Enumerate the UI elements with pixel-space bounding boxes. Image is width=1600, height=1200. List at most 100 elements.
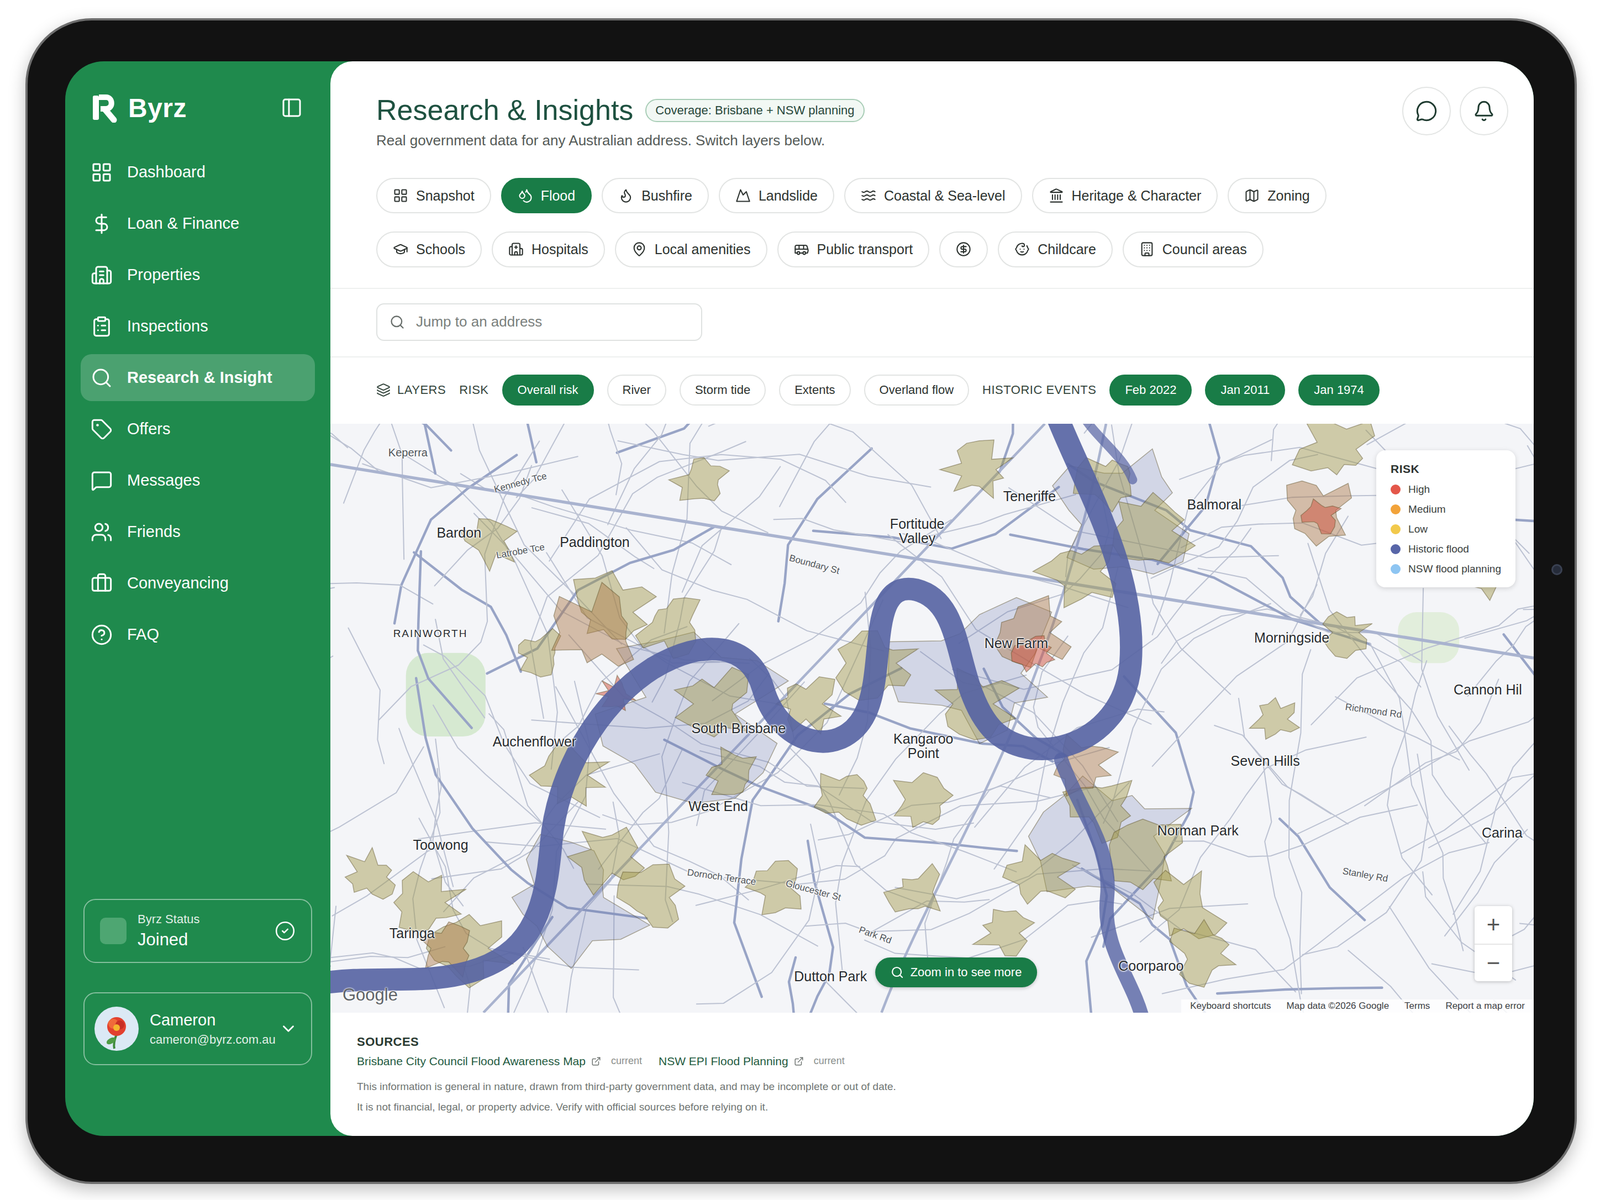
legend-dot [1390,524,1401,535]
map-legend: RISKHighMediumLowHistoric floodNSW flood… [1376,450,1516,588]
dollar-circle-icon [955,241,972,257]
legend-dot [1390,504,1401,515]
sidebar-item[interactable]: Loan & Finance [80,200,315,247]
layer-group: HISTORIC EVENTSFeb 2022Jan 2011Jan 1974 [982,374,1380,407]
layer-chip[interactable]: Storm tide [679,374,766,407]
attribution-link[interactable]: Report a map error [1445,1000,1525,1012]
page-title: Research & Insights [376,93,634,128]
sidebar-nav: DashboardLoan & Finance Properties Inspect… [80,148,315,659]
zoom-in-button[interactable]: + [1474,906,1513,944]
flood-map[interactable]: KeperraKennedy TceBardonPaddingtonLatrob… [330,423,1534,1013]
tab-chip[interactable]: Hospitals [491,231,605,268]
layer-chip[interactable]: Jan 1974 [1298,374,1380,407]
status-label: Byrz Status [137,912,264,927]
map-label: Fortitude Valley [875,516,959,546]
source-status: current [813,1055,845,1067]
legend-title: RISK [1390,462,1502,476]
tab-chip[interactable]: Snapshot [376,177,492,214]
search-icon [389,314,405,330]
tab-chip[interactable]: Coastal & Sea-level [844,177,1023,214]
tab-chip[interactable]: Landslide [718,177,835,214]
sidebar-item[interactable]: Conveyancing [80,559,315,607]
bell-icon [1472,100,1496,123]
tab-chip[interactable]: Zoning [1227,177,1326,214]
address-search[interactable] [376,303,703,341]
chat-bubble-icon [1415,100,1438,123]
legend-item: NSW flood planning [1390,562,1502,576]
baby-icon [1014,241,1030,257]
layer-chip[interactable]: Jan 2011 [1204,374,1286,407]
app-screen: Byrz DashboardLoan & Finance Properties Ins… [65,61,1534,1136]
brand-name: Byrz [128,92,187,124]
status-card[interactable]: Byrz StatusJoined [83,898,313,963]
sidebar-item[interactable]: Dashboard [80,148,315,196]
map-attribution: Keyboard shortcuts Map data ©2026 Google T… [1181,999,1534,1013]
external-link-icon [591,1056,602,1067]
address-input[interactable] [414,312,689,331]
sidebar-item-label: Friends [127,522,181,541]
sidebar-item[interactable]: Properties [80,251,315,299]
sidebar-item-label: Offers [127,419,171,439]
address-search-section [330,288,1534,358]
sidebar-item-label: Inspections [127,317,209,336]
layer-chip[interactable]: River [607,374,667,407]
tab-chip[interactable]: Childcare [997,231,1113,268]
user-name: Cameron [149,1011,268,1030]
tab-chip[interactable] [939,231,988,268]
zoom-hint-button[interactable]: Zoom in to see more [875,957,1038,988]
clipboard-icon [90,315,113,338]
layer-chip[interactable]: Feb 2022 [1109,374,1192,407]
layer-chip[interactable]: Overland flow [864,374,970,407]
zoom-out-button[interactable]: − [1474,943,1513,982]
dollar-icon [90,212,113,235]
sidebar-item[interactable]: Messages [80,456,315,504]
user-card[interactable]: Cameroncameron@byrz.com.au [83,992,313,1066]
tab-chip[interactable]: Public transport [777,231,930,268]
external-link-icon [793,1056,804,1067]
source-link[interactable]: NSW EPI Flood Planningcurrent [658,1054,845,1068]
layer-chip[interactable]: Overall risk [502,374,594,407]
sidebar-item-label: Conveyancing [127,574,229,593]
notifications-button[interactable] [1459,86,1509,136]
sidebar-item[interactable]: FAQ [80,611,315,659]
map-label: Morningside [1254,630,1330,645]
layer-chip[interactable]: Extents [779,374,851,407]
attribution-link[interactable]: Terms [1404,1000,1430,1012]
sidebar-item-label: Properties [127,265,200,284]
map-label: Toowong [412,837,468,852]
legend-item: High [1390,483,1502,496]
layers-icon [376,382,391,398]
sidebar-item[interactable]: Friends [80,508,315,556]
sidebar-item[interactable]: Offers [80,405,315,453]
messages-button[interactable] [1402,86,1451,136]
map-pin-icon [631,241,647,257]
chevron-down-icon[interactable] [279,1019,298,1039]
tab-chip[interactable]: Schools [376,231,482,268]
attribution-link[interactable]: Map data ©2026 Google [1286,1000,1390,1012]
tab-chip[interactable]: Bushfire [601,177,709,214]
sidebar-item-label: Messages [127,471,200,490]
brand[interactable]: Byrz [89,92,187,124]
sidebar-item[interactable]: Inspections [80,302,315,350]
collapse-sidebar-icon[interactable] [280,96,303,119]
page: Byrz DashboardLoan & Finance Properties Ins… [0,0,1600,1200]
layer-group: RISKOverall riskRiverStorm tideExtentsOv… [459,374,970,407]
map-label: Seven Hills [1230,753,1300,768]
user-avatar[interactable] [94,1006,139,1051]
tab-chip[interactable]: Heritage & Character [1032,177,1219,214]
sources: SOURCESBrisbane City Council Flood Aware… [330,1012,1534,1136]
tab-row: SchoolsHospitalsLocal amenitiesPublic tr… [376,231,1509,268]
tab-chip[interactable]: Local amenities [614,231,768,268]
source-link[interactable]: Brisbane City Council Flood Awareness Ma… [356,1054,642,1068]
research-tabs: SnapshotFloodBushfireLandslideCoastal & … [330,177,1534,289]
map-label: Keperra [388,446,428,459]
attribution-link[interactable]: Keyboard shortcuts [1190,1000,1271,1012]
google-logo: Google [342,985,398,1005]
sidebar-item[interactable]: Research & Insight [80,354,315,402]
legend-item: Historic flood [1390,543,1502,556]
users-icon [90,520,113,544]
tab-chip[interactable]: Flood [501,177,593,214]
tab-chip[interactable]: Council areas [1122,231,1264,268]
help-icon [90,623,113,646]
sidebar: Byrz DashboardLoan & Finance Properties Ins… [65,61,331,1136]
